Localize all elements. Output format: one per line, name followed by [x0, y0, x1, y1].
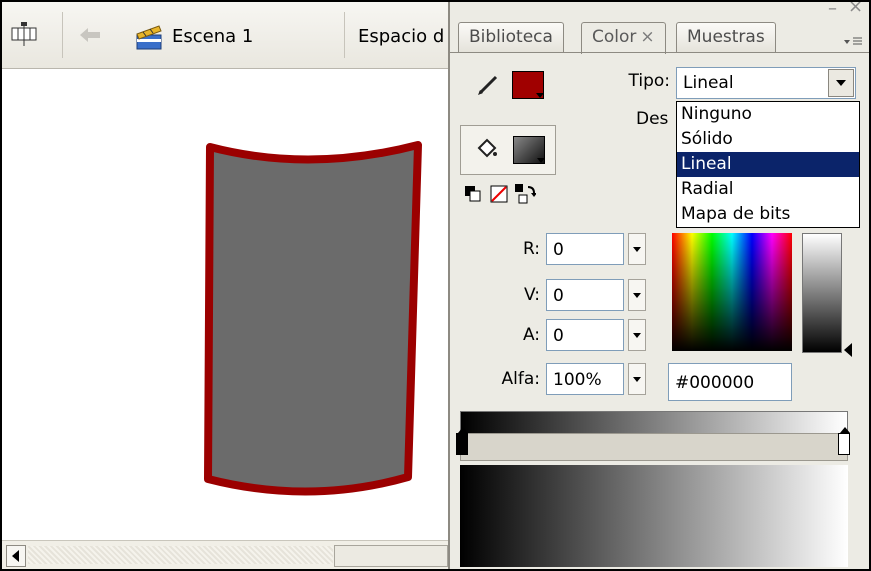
r-spin-button[interactable] — [628, 233, 646, 265]
tab-label: Biblioteca — [469, 27, 553, 47]
tipo-option-lineal[interactable]: Lineal — [677, 152, 859, 177]
panel-tabs: Biblioteca Color × Muestras – × — [450, 2, 869, 54]
tipo-dropdown-list: Ninguno Sólido Lineal Radial Mapa de bit… — [676, 101, 860, 228]
tab-close-icon[interactable]: × — [640, 27, 654, 47]
a-label: A: — [522, 325, 540, 345]
a-spin-button[interactable] — [628, 319, 646, 351]
tipo-select[interactable]: Lineal — [676, 67, 856, 99]
v-input[interactable]: 0 — [546, 279, 624, 311]
brightness-slider[interactable] — [802, 233, 842, 353]
tab-muestras[interactable]: Muestras — [676, 22, 776, 53]
scene-toolbar: Escena 1 Espacio d — [2, 2, 482, 69]
alfa-label: Alfa: — [501, 369, 540, 389]
swatch-arrow-icon — [536, 93, 544, 98]
toolbar-separator — [344, 12, 345, 58]
swap-colors-icon[interactable] — [514, 183, 537, 210]
gradient-stop-left[interactable] — [456, 427, 468, 455]
r-label: R: — [522, 239, 540, 259]
gradient-preview — [460, 465, 848, 567]
v-label: V: — [524, 285, 540, 305]
tipo-dropdown-button[interactable] — [828, 69, 854, 97]
color-panel-body: Tipo: Lineal Des Ninguno Sólido Lineal R… — [450, 52, 869, 569]
brightness-pointer-icon[interactable] — [844, 343, 852, 357]
fill-color-button[interactable] — [460, 125, 556, 175]
toolbar-separator — [62, 12, 63, 58]
horizontal-scrollbar[interactable] — [2, 540, 452, 569]
scroll-track[interactable] — [28, 546, 333, 564]
banner-shape[interactable] — [198, 137, 428, 497]
tab-label: Muestras — [687, 27, 765, 47]
back-arrow-icon[interactable] — [78, 26, 102, 44]
alfa-spin-button[interactable] — [628, 363, 646, 395]
tipo-option-mapa-de-bits[interactable]: Mapa de bits — [677, 202, 859, 227]
gradient-stop-track[interactable] — [460, 433, 848, 461]
hex-color-input[interactable]: #000000 — [668, 363, 792, 401]
panel-close-icon[interactable]: × — [848, 2, 863, 17]
tipo-label: Tipo: — [628, 71, 670, 91]
black-white-icon[interactable] — [464, 185, 482, 208]
scroll-thumb[interactable] — [334, 545, 448, 567]
timeline-icon[interactable] — [10, 20, 38, 48]
swatch-arrow-icon — [537, 158, 545, 163]
color-panel: Biblioteca Color × Muestras – × Tipo: Li… — [448, 2, 869, 569]
overflow-label: Des — [636, 109, 669, 129]
tab-label: Color — [592, 27, 637, 47]
scroll-left-button[interactable] — [6, 545, 26, 567]
gradient-stop-right[interactable] — [838, 427, 850, 455]
paint-bucket-icon — [475, 136, 499, 165]
tipo-option-solido[interactable]: Sólido — [677, 127, 859, 152]
tipo-value: Lineal — [683, 73, 734, 93]
tab-biblioteca[interactable]: Biblioteca — [458, 22, 564, 53]
v-spin-button[interactable] — [628, 279, 646, 311]
stage-canvas[interactable] — [2, 69, 452, 539]
tab-color[interactable]: Color × — [581, 22, 666, 54]
workspace-label[interactable]: Espacio d — [358, 26, 444, 47]
no-color-icon[interactable] — [490, 185, 508, 208]
scene-label[interactable]: Escena 1 — [172, 26, 253, 47]
gradient-bar[interactable] — [460, 411, 848, 435]
scene-clapper-icon — [134, 22, 164, 52]
tipo-option-ninguno[interactable]: Ninguno — [677, 102, 859, 127]
panel-minimize-icon[interactable]: – — [828, 2, 837, 19]
panel-menu-icon[interactable] — [842, 28, 864, 48]
alfa-input[interactable]: 100% — [546, 363, 624, 395]
pencil-icon — [476, 71, 502, 102]
app-window: Escena 1 Espacio d Biblioteca Color × Mue… — [0, 0, 871, 571]
tipo-option-radial[interactable]: Radial — [677, 177, 859, 202]
r-input[interactable]: 0 — [546, 233, 624, 265]
a-input[interactable]: 0 — [546, 319, 624, 351]
color-spectrum[interactable] — [672, 233, 792, 351]
